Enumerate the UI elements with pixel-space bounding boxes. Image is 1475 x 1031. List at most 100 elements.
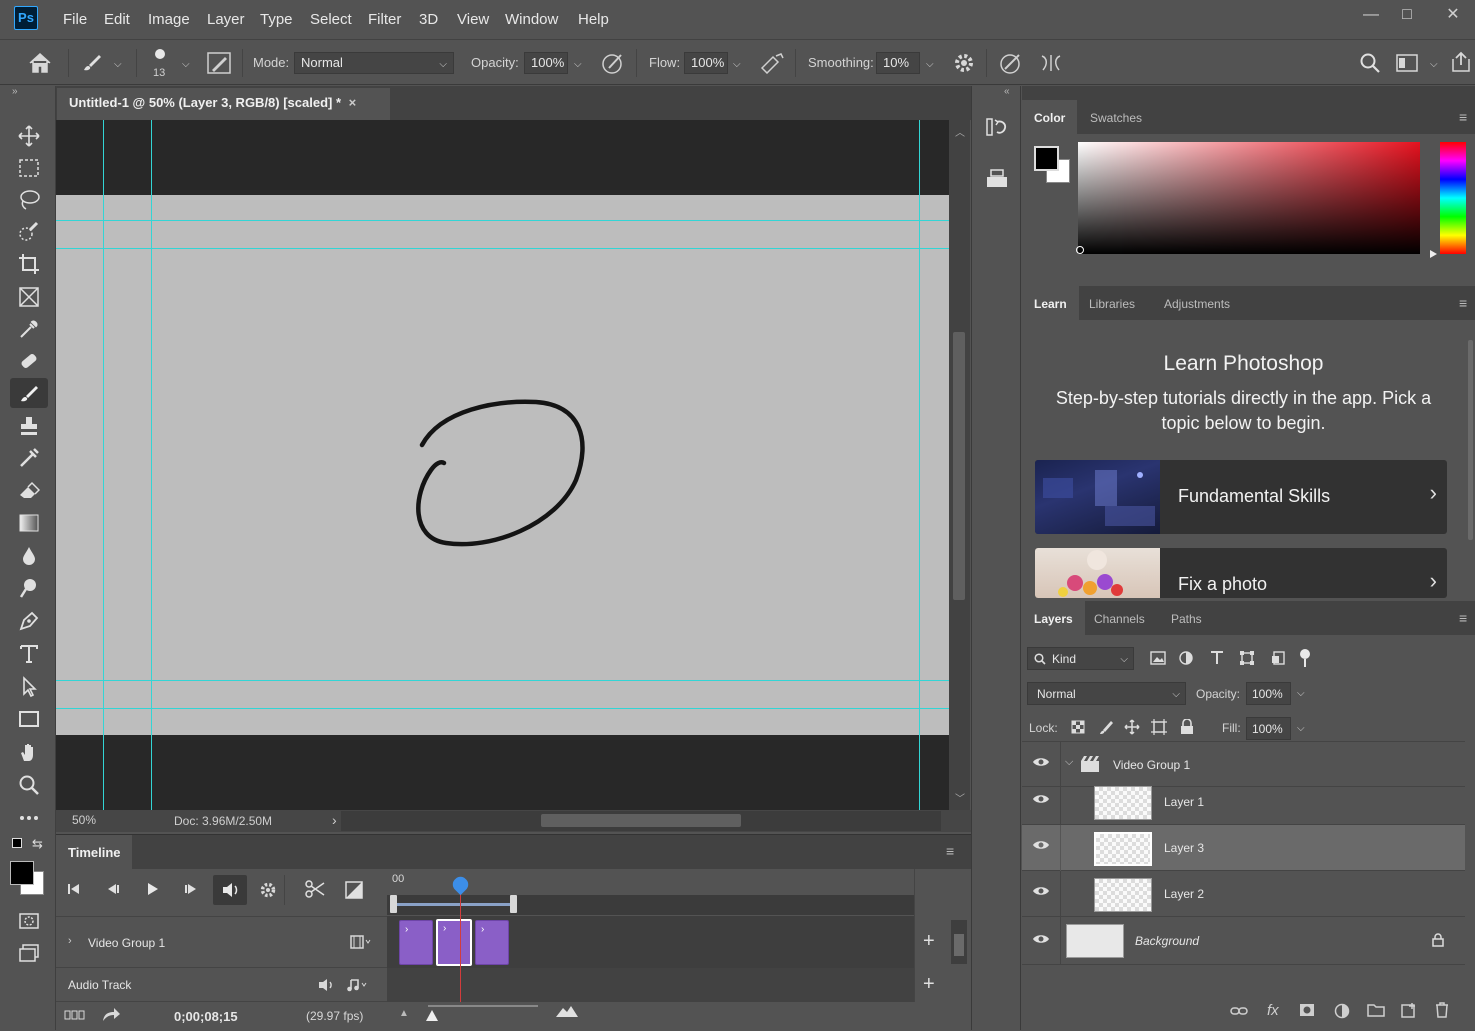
lock-position-icon[interactable] bbox=[1124, 719, 1140, 735]
guide-vertical[interactable] bbox=[919, 120, 920, 810]
scrollbar-thumb[interactable] bbox=[953, 332, 965, 600]
brush-preset-icon[interactable] bbox=[80, 52, 104, 74]
filter-toggle-icon[interactable] bbox=[1300, 649, 1310, 659]
menu-file[interactable]: File bbox=[63, 11, 87, 28]
timeline-tab[interactable]: Timeline bbox=[56, 835, 132, 869]
film-strip-icon[interactable] bbox=[350, 935, 372, 949]
frame-tool-icon[interactable] bbox=[10, 282, 48, 312]
zoom-tool-icon[interactable] bbox=[10, 770, 48, 800]
filter-adjustment-icon[interactable] bbox=[1179, 651, 1193, 665]
screen-mode-icon[interactable] bbox=[10, 938, 48, 968]
layer-row-background[interactable]: Background bbox=[1022, 917, 1465, 965]
swap-colors-icon[interactable]: ⇆ bbox=[32, 836, 43, 852]
rectangle-tool-icon[interactable] bbox=[10, 704, 48, 734]
menu-window[interactable]: Window bbox=[505, 11, 558, 28]
opacity-input[interactable]: 100% bbox=[524, 52, 568, 74]
add-media-icon[interactable]: + bbox=[923, 930, 935, 953]
tab-libraries[interactable]: Libraries bbox=[1077, 286, 1147, 320]
hand-tool-icon[interactable] bbox=[10, 737, 48, 767]
menu-filter[interactable]: Filter bbox=[368, 11, 401, 28]
lasso-tool-icon[interactable] bbox=[10, 185, 48, 215]
guide-vertical[interactable] bbox=[151, 120, 152, 810]
collapse-chevron-icon[interactable]: ⌵ bbox=[1065, 756, 1073, 769]
panel-menu-icon[interactable]: ≡ bbox=[1459, 295, 1475, 311]
audio-track-header[interactable]: Audio Track bbox=[56, 968, 387, 1002]
quick-mask-icon[interactable] bbox=[10, 906, 48, 936]
transition-icon[interactable] bbox=[345, 881, 363, 899]
horizontal-scrollbar[interactable] bbox=[341, 811, 941, 831]
tab-color[interactable]: Color bbox=[1022, 100, 1078, 134]
filter-type-icon[interactable] bbox=[1210, 650, 1224, 665]
video-track-lane[interactable]: › › › bbox=[387, 916, 914, 968]
delete-layer-icon[interactable] bbox=[1435, 1002, 1449, 1018]
next-frame-icon[interactable] bbox=[181, 881, 201, 897]
gear-icon[interactable] bbox=[258, 881, 278, 899]
layer-row-layer-2[interactable]: Layer 2 bbox=[1022, 871, 1465, 917]
properties-panel-icon[interactable] bbox=[986, 168, 1008, 190]
tab-swatches[interactable]: Swatches bbox=[1078, 100, 1154, 134]
zoom-slider-handle[interactable] bbox=[426, 1010, 438, 1021]
layer-row-layer-3-selected[interactable]: Layer 3 bbox=[1022, 825, 1465, 871]
scroll-up-icon[interactable]: ︿ bbox=[955, 124, 965, 139]
menu-image[interactable]: Image bbox=[148, 11, 190, 28]
gradient-tool-icon[interactable] bbox=[10, 508, 48, 538]
visibility-eye-icon[interactable] bbox=[1032, 885, 1050, 897]
guide-horizontal[interactable] bbox=[56, 708, 949, 709]
airbrush-icon[interactable] bbox=[759, 52, 785, 74]
chevron-down-icon[interactable]: ⌵ bbox=[1297, 688, 1305, 699]
history-brush-tool-icon[interactable] bbox=[10, 443, 48, 473]
hue-slider[interactable] bbox=[1440, 142, 1466, 254]
workspace-icon[interactable] bbox=[1396, 53, 1418, 73]
visibility-eye-icon[interactable] bbox=[1032, 933, 1050, 945]
previous-frame-icon[interactable] bbox=[103, 881, 123, 897]
zoom-in-icon[interactable] bbox=[555, 1004, 579, 1018]
chevron-down-icon[interactable]: ⌵ bbox=[1430, 59, 1438, 70]
layer-opacity-input[interactable]: 100% bbox=[1246, 682, 1291, 705]
lock-all-icon[interactable] bbox=[1180, 719, 1194, 735]
new-adjustment-layer-icon[interactable] bbox=[1334, 1003, 1350, 1019]
zoom-level[interactable]: 50% bbox=[72, 813, 96, 827]
visibility-eye-icon[interactable] bbox=[1032, 793, 1050, 805]
crop-tool-icon[interactable] bbox=[10, 249, 48, 279]
guide-horizontal[interactable] bbox=[56, 680, 949, 681]
symmetry-icon[interactable] bbox=[1039, 52, 1063, 74]
video-clip[interactable]: › bbox=[475, 920, 509, 965]
layer-filter-select[interactable]: Kind ⌵ bbox=[1027, 647, 1134, 670]
vertical-scrollbar[interactable]: ︿ ﹀ bbox=[949, 120, 970, 810]
video-clip-selected[interactable]: › bbox=[436, 919, 472, 966]
default-colors-icon[interactable] bbox=[12, 838, 22, 848]
type-tool-icon[interactable] bbox=[10, 639, 48, 669]
restore-button[interactable]: □ bbox=[1392, 4, 1422, 26]
canvas-document[interactable] bbox=[56, 195, 949, 735]
chevron-down-icon[interactable]: ⌵ bbox=[926, 59, 934, 70]
new-group-icon[interactable] bbox=[1367, 1003, 1385, 1017]
menu-select[interactable]: Select bbox=[310, 11, 352, 28]
smoothing-input[interactable]: 10% bbox=[876, 52, 920, 74]
search-icon[interactable] bbox=[1359, 52, 1381, 74]
blur-tool-icon[interactable] bbox=[10, 541, 48, 571]
visibility-eye-icon[interactable] bbox=[1032, 756, 1050, 768]
render-video-icon[interactable] bbox=[101, 1007, 121, 1023]
filter-smart-object-icon[interactable] bbox=[1271, 651, 1285, 665]
play-icon[interactable] bbox=[142, 881, 162, 897]
work-area-start-handle[interactable] bbox=[390, 895, 397, 913]
panel-menu-icon[interactable]: ≡ bbox=[1459, 610, 1475, 626]
chevron-down-icon[interactable]: ⌵ bbox=[1297, 723, 1305, 734]
share-icon[interactable] bbox=[1450, 51, 1472, 73]
lock-transparent-icon[interactable] bbox=[1071, 720, 1085, 734]
filter-pixel-icon[interactable] bbox=[1150, 651, 1166, 665]
gear-icon[interactable] bbox=[953, 52, 975, 74]
tab-learn[interactable]: Learn bbox=[1022, 286, 1079, 320]
dodge-tool-icon[interactable] bbox=[10, 573, 48, 603]
status-menu-arrow[interactable]: › bbox=[332, 812, 337, 828]
blend-mode-select[interactable]: Normal ⌵ bbox=[1027, 682, 1186, 705]
close-window-button[interactable]: ✕ bbox=[1438, 4, 1468, 26]
menu-view[interactable]: View bbox=[457, 11, 489, 28]
clone-stamp-tool-icon[interactable] bbox=[10, 411, 48, 441]
foreground-color-swatch[interactable] bbox=[1034, 146, 1059, 171]
zoom-out-icon[interactable]: ▲ bbox=[399, 1008, 409, 1019]
track-scrollbar[interactable] bbox=[951, 920, 967, 964]
expand-panels-icon[interactable]: « bbox=[1004, 86, 1010, 97]
timeline-ruler[interactable]: 00 bbox=[387, 869, 914, 916]
history-panel-icon[interactable] bbox=[986, 116, 1008, 138]
